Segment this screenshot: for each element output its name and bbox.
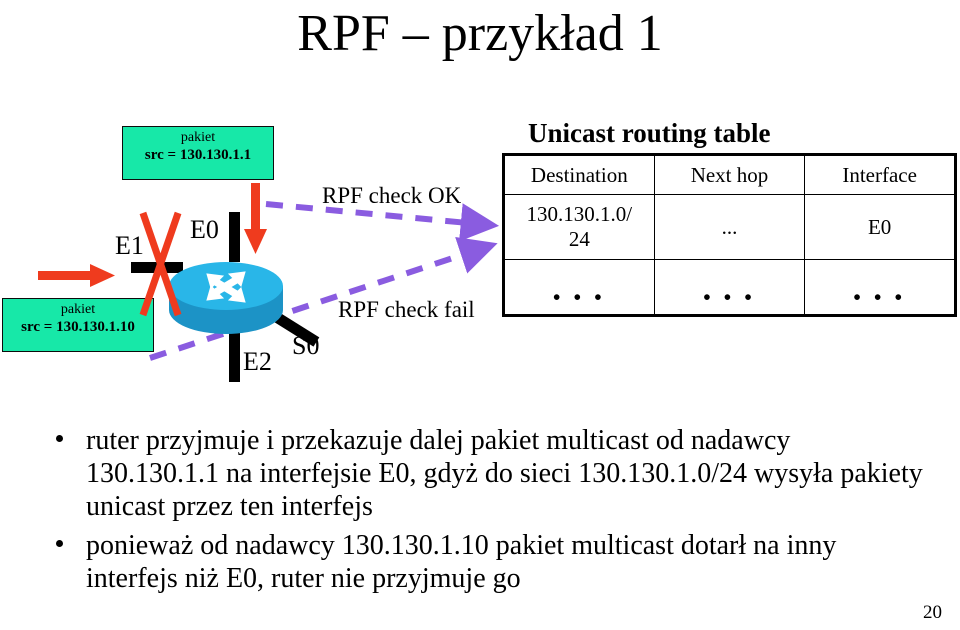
column-header-next-hop: Next hop	[653, 154, 806, 195]
explanation-bullet-list: ruter przyjmuje i przekazuje dalej pakie…	[48, 424, 928, 595]
table-row: 130.130.1.0/ 24 ... E0	[503, 194, 956, 260]
blocked-interface-x-icon	[139, 211, 182, 317]
packet-top-src: src = 130.130.1.1	[144, 147, 252, 163]
destination-line-1: 130.130.1.0/	[526, 202, 633, 226]
packet-top-label: pakiet	[180, 130, 216, 145]
rpf-check-fail-label: RPF check fail	[338, 297, 475, 322]
rpf-network-diagram: pakiet src = 130.130.1.1 pakiet src = 13…	[0, 110, 500, 395]
interface-label-s0: S0	[292, 331, 320, 360]
packet-bottom-flow-arrow	[38, 262, 116, 288]
routing-table-title: Unicast routing table	[528, 118, 771, 148]
rpf-check-ok-label: RPF check OK	[322, 183, 462, 208]
interface-label-e0: E0	[190, 215, 219, 244]
router-icon	[167, 250, 285, 340]
column-header-interface: Interface	[804, 154, 956, 195]
bullet-text: ponieważ od nadawcy 130.130.1.10 pakiet …	[86, 530, 837, 594]
list-item: ruter przyjmuje i przekazuje dalej pakie…	[48, 424, 928, 523]
routing-table: Destination Next hop Interface 130.130.1…	[502, 153, 957, 317]
cell-next-hop: ...	[653, 194, 806, 260]
page-number: 20	[923, 602, 942, 623]
page-title: RPF – przykład 1	[297, 5, 663, 62]
packet-box-bottom: pakiet src = 130.130.1.10	[2, 298, 154, 352]
bullet-text: ruter przyjmuje i przekazuje dalej pakie…	[86, 425, 923, 522]
interface-label-e1: E1	[115, 231, 144, 260]
bullet-dot-icon	[56, 540, 63, 547]
table-header-row: Destination Next hop Interface	[503, 154, 956, 195]
packet-top-flow-arrow	[243, 183, 269, 255]
table-row: • • • • • • • • •	[503, 259, 956, 316]
destination-line-2: 24	[568, 227, 590, 251]
bullet-dot-icon	[56, 435, 63, 442]
cell-interface: E0	[804, 194, 956, 260]
column-header-destination: Destination	[503, 154, 655, 195]
packet-box-top: pakiet src = 130.130.1.1	[122, 126, 274, 180]
packet-bottom-label: pakiet	[60, 302, 96, 317]
cell-interface-ellipsis: • • •	[804, 259, 956, 316]
cell-next-hop-ellipsis: • • •	[653, 259, 806, 316]
cell-destination-ellipsis: • • •	[503, 259, 655, 316]
list-item: ponieważ od nadawcy 130.130.1.10 pakiet …	[48, 529, 928, 595]
cell-destination: 130.130.1.0/ 24	[503, 194, 655, 260]
interface-label-e2: E2	[243, 347, 272, 376]
packet-bottom-src: src = 130.130.1.10	[21, 319, 135, 335]
unicast-routing-table-panel: Unicast routing table Destination Next h…	[500, 118, 960, 317]
